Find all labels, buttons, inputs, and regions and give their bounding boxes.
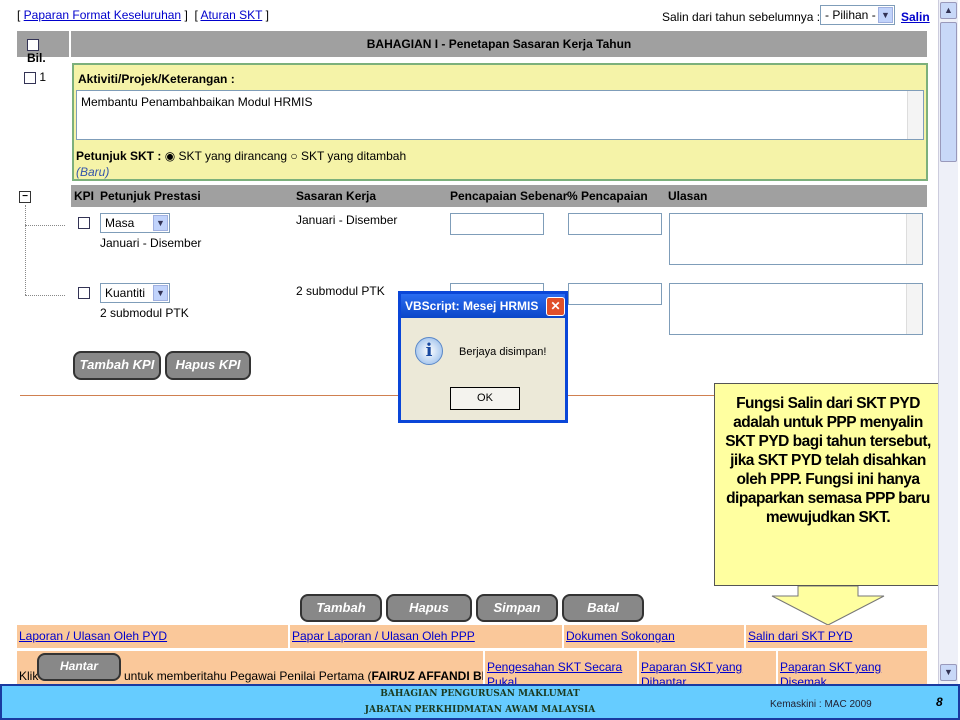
top-links: [ Paparan Format Keseluruhan ] [ Aturan …	[17, 8, 269, 22]
chevron-down-icon: ▼	[153, 215, 168, 231]
ppp-name: FAIRUZ AFFANDI BIN	[371, 669, 483, 683]
item-checkbox[interactable]	[24, 71, 36, 84]
page-number: 8	[936, 695, 943, 709]
links-cell: Salin dari SKT PYD	[746, 625, 927, 648]
tambah-kpi-button[interactable]: Tambah KPI	[73, 351, 161, 380]
status-text: (Baru)	[76, 165, 110, 179]
bil-header: Bil.	[17, 31, 69, 65]
chevron-down-icon: ▼	[878, 7, 893, 23]
kpi-desc: Januari - Disember	[100, 236, 202, 250]
aturan-link[interactable]: Aturan SKT	[200, 8, 262, 22]
submit-text: untuk memberitahu Pegawai Penilai Pertam…	[124, 669, 372, 683]
dihantar-link[interactable]: Paparan SKT yang Dihantar	[641, 660, 742, 684]
tree-line	[25, 225, 65, 226]
kpi-col: KPI	[74, 189, 95, 203]
dialog-title: VBScript: Mesej HRMIS	[401, 294, 565, 318]
scroll-down-icon[interactable]: ▼	[940, 664, 957, 681]
footer-updated: Kemaskini : MAC 2009	[770, 699, 872, 710]
kpi-sasaran: 2 submodul PTK	[296, 284, 385, 298]
chevron-down-icon: ▼	[153, 285, 168, 301]
links-cell: Paparan SKT yang Disemak	[778, 651, 927, 684]
scroll-thumb[interactable]	[940, 22, 957, 162]
footer-line1: BAHAGIAN PENGURUSAN MAKLUMAT	[380, 689, 580, 699]
radio2-label: SKT yang ditambah	[300, 149, 407, 163]
petunjuk-col: Petunjuk Prestasi	[100, 189, 201, 203]
kpi-type-select[interactable]: Masa ▼	[100, 213, 170, 233]
callout-note: Fungsi Salin dari SKT PYD adalah untuk P…	[714, 383, 942, 586]
radio-dirancang[interactable]: ◉	[165, 149, 175, 163]
ok-button[interactable]: OK	[450, 387, 520, 410]
scrollbar[interactable]	[906, 284, 922, 334]
dialog-message: Berjaya disimpan!	[459, 346, 547, 358]
kpi-checkbox[interactable]	[78, 217, 90, 229]
activity-label: Aktiviti/Projek/Keterangan :	[78, 72, 235, 86]
petunjuk-label: Petunjuk SKT :	[76, 149, 162, 163]
year-select[interactable]: - Pilihan - ▼	[820, 5, 895, 25]
select-all-checkbox[interactable]	[27, 38, 39, 51]
salin-pyd-link[interactable]: Salin dari SKT PYD	[748, 629, 853, 643]
klik-text: Klik	[19, 669, 39, 683]
scroll-up-icon[interactable]: ▲	[940, 2, 957, 19]
item-number-label: 1	[39, 70, 47, 84]
disemak-link[interactable]: Paparan SKT yang Disemak	[780, 660, 881, 684]
radio1-label: SKT yang dirancang	[178, 149, 288, 163]
hapus-kpi-button[interactable]: Hapus KPI	[165, 351, 251, 380]
simpan-button[interactable]: Simpan	[476, 594, 558, 622]
tree-line	[25, 205, 26, 295]
activity-panel: Aktiviti/Projek/Keterangan : Membantu Pe…	[72, 63, 928, 181]
ulasan-col: Ulasan	[668, 189, 708, 203]
laporan-pyd-link[interactable]: Laporan / Ulasan Oleh PYD	[19, 629, 167, 643]
item-number: 1	[24, 70, 46, 84]
activity-textarea[interactable]: Membantu Penambahbaikan Modul HRMIS	[76, 90, 924, 140]
kpi-checkbox[interactable]	[78, 287, 90, 299]
divider	[20, 395, 720, 396]
kpi-type-value: Masa	[105, 216, 135, 230]
links-cell: Paparan SKT yang Dihantar	[639, 651, 776, 684]
radio-ditambah[interactable]: ○	[290, 149, 297, 163]
pencapaian-col: Pencapaian Sebenar	[450, 189, 568, 203]
tambah-button[interactable]: Tambah	[300, 594, 382, 622]
kpi-type-value: Kuantiti	[105, 286, 146, 300]
format-link[interactable]: Paparan Format Keseluruhan	[24, 8, 181, 22]
scrollbar[interactable]	[907, 91, 923, 139]
kpi-desc: 2 submodul PTK	[100, 306, 189, 320]
activity-value: Membantu Penambahbaikan Modul HRMIS	[81, 95, 313, 109]
footer: BAHAGIAN PENGURUSAN MAKLUMAT JABATAN PER…	[0, 684, 960, 720]
kpi-sasaran: Januari - Disember	[296, 213, 398, 227]
collapse-icon[interactable]: −	[19, 191, 31, 203]
tree-line	[25, 295, 65, 296]
hantar-button[interactable]: Hantar	[37, 653, 121, 681]
kpi-type-select[interactable]: Kuantiti ▼	[100, 283, 170, 303]
salin-button[interactable]: Salin	[901, 10, 930, 24]
links-cell: Laporan / Ulasan Oleh PYD	[17, 625, 288, 648]
laporan-ppp-link[interactable]: Papar Laporan / Ulasan Oleh PPP	[292, 629, 475, 643]
pengesahan-link[interactable]: Pengesahan SKT Secara Pukal	[487, 660, 622, 684]
copy-label: Salin dari tahun sebelumnya :	[662, 10, 821, 24]
bil-label: Bil.	[27, 51, 46, 65]
peratus-input[interactable]	[568, 283, 662, 305]
info-icon: i	[415, 337, 443, 365]
ulasan-textarea[interactable]	[669, 283, 923, 335]
dokumen-link[interactable]: Dokumen Sokongan	[566, 629, 675, 643]
close-icon[interactable]: ✕	[546, 297, 565, 316]
peratus-input[interactable]	[568, 213, 662, 235]
page-scrollbar[interactable]: ▲ ▼	[938, 0, 958, 684]
pencapaian-input[interactable]	[450, 213, 544, 235]
submit-cell: Klik Hantar untuk memberitahu Pegawai Pe…	[17, 651, 483, 684]
peratus-col: % Pencapaian	[567, 189, 648, 203]
hapus-button[interactable]: Hapus	[386, 594, 472, 622]
scrollbar[interactable]	[906, 214, 922, 264]
sasaran-col: Sasaran Kerja	[296, 189, 377, 203]
year-select-value: - Pilihan -	[825, 8, 876, 22]
links-cell: Papar Laporan / Ulasan Oleh PPP	[290, 625, 562, 648]
ulasan-textarea[interactable]	[669, 213, 923, 265]
callout-arrow-icon	[771, 586, 885, 626]
batal-button[interactable]: Batal	[562, 594, 644, 622]
message-dialog: VBScript: Mesej HRMIS ✕ i Berjaya disimp…	[398, 291, 568, 423]
links-cell: Pengesahan SKT Secara Pukal	[485, 651, 637, 684]
kpi-header: KPI Petunjuk Prestasi Sasaran Kerja Penc…	[71, 185, 927, 207]
section-title: BAHAGIAN I - Penetapan Sasaran Kerja Tah…	[71, 31, 927, 57]
links-cell: Dokumen Sokongan	[564, 625, 744, 648]
petunjuk-row: Petunjuk SKT : ◉ SKT yang dirancang ○ SK…	[76, 149, 406, 163]
